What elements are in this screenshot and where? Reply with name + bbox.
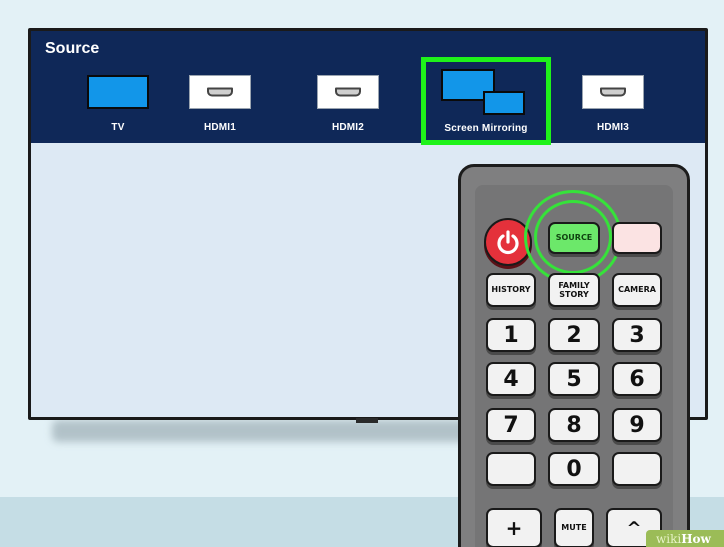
digit-5-button[interactable]: 5 <box>548 362 600 396</box>
digit-0-button[interactable]: 0 <box>548 452 600 486</box>
hdmi-port-icon <box>600 87 626 97</box>
wikihow-watermark: wikiHow <box>646 530 724 547</box>
source-button[interactable]: SOURCE <box>548 222 600 254</box>
blank-top-right-button[interactable] <box>612 222 662 254</box>
hdmi-port-icon <box>207 87 233 97</box>
source-item-hdmi1[interactable]: HDMI1 <box>170 73 270 137</box>
mute-button[interactable]: MUTE <box>554 508 594 547</box>
digit-3-button[interactable]: 3 <box>612 318 662 352</box>
tv-stand <box>356 418 378 423</box>
source-menu-title: Source <box>45 40 100 57</box>
blank-bottom-right-button[interactable] <box>612 452 662 486</box>
blank-bottom-left-button[interactable] <box>486 452 536 486</box>
digit-9-button[interactable]: 9 <box>612 408 662 442</box>
source-item-label: HDMI1 <box>203 122 237 133</box>
watermark-how: How <box>681 532 711 546</box>
digit-6-button[interactable]: 6 <box>612 362 662 396</box>
digit-7-button[interactable]: 7 <box>486 408 536 442</box>
digit-1-button[interactable]: 1 <box>486 318 536 352</box>
source-item-label: HDMI2 <box>331 122 365 133</box>
volume-up-button[interactable]: + <box>486 508 542 547</box>
family-story-line1: FAMILY <box>558 280 590 290</box>
hdmi2-source-tile <box>317 75 379 109</box>
source-item-label: HDMI3 <box>596 122 630 133</box>
hdmi3-source-tile <box>582 75 644 109</box>
camera-button[interactable]: CAMERA <box>612 273 662 307</box>
source-menu-bar: Source TV HDMI1 HDMI2 Screen Mirroring H… <box>31 31 705 145</box>
tv-shadow <box>52 420 472 442</box>
digit-4-button[interactable]: 4 <box>486 362 536 396</box>
screen-mirroring-secondary-icon <box>483 91 525 115</box>
tv-source-tile <box>87 75 149 109</box>
digit-2-button[interactable]: 2 <box>548 318 600 352</box>
power-icon <box>497 230 519 255</box>
source-item-label: Screen Mirroring <box>444 123 528 134</box>
source-item-hdmi3[interactable]: HDMI3 <box>563 73 663 137</box>
source-item-label: TV <box>111 122 125 133</box>
digit-8-button[interactable]: 8 <box>548 408 600 442</box>
family-story-button[interactable]: FAMILY STORY <box>548 273 600 307</box>
watermark-wiki: wiki <box>656 532 682 546</box>
source-item-screen-mirroring[interactable]: Screen Mirroring <box>421 57 551 145</box>
source-item-tv[interactable]: TV <box>68 73 168 137</box>
history-button[interactable]: HISTORY <box>486 273 536 307</box>
family-story-line2: STORY <box>559 290 589 299</box>
hdmi1-source-tile <box>189 75 251 109</box>
hdmi-port-icon <box>335 87 361 97</box>
source-item-hdmi2[interactable]: HDMI2 <box>298 73 398 137</box>
